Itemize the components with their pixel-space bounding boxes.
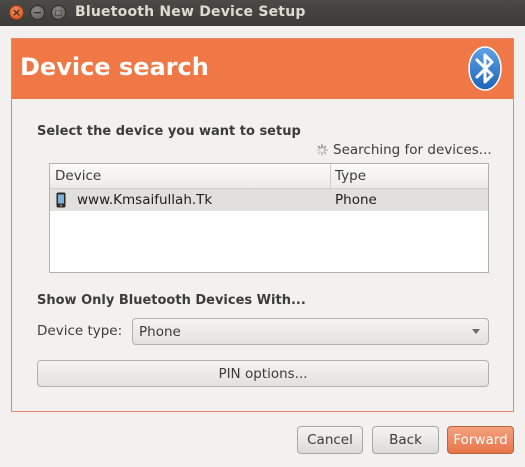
maximize-icon: □ bbox=[54, 7, 63, 17]
close-window-button[interactable]: × bbox=[9, 5, 24, 20]
device-section-label: Select the device you want to setup bbox=[37, 124, 301, 139]
bluetooth-icon bbox=[468, 46, 502, 91]
page-title: Device search bbox=[20, 53, 209, 81]
device-type-value: Phone bbox=[139, 324, 181, 340]
back-button[interactable]: Back bbox=[372, 426, 439, 454]
minimize-window-button[interactable]: − bbox=[30, 5, 45, 20]
column-divider[interactable] bbox=[330, 164, 331, 188]
device-list-header: Device Type bbox=[50, 164, 488, 189]
spinner-icon bbox=[316, 144, 328, 156]
phone-icon bbox=[56, 192, 66, 208]
device-type-label: Device type: bbox=[37, 323, 123, 339]
page-header: Device search bbox=[12, 39, 513, 99]
chevron-down-icon bbox=[472, 329, 480, 334]
search-status: Searching for devices... bbox=[316, 142, 492, 158]
device-list[interactable]: Device Type www.Kmsaifullah.Tk Phone bbox=[49, 163, 489, 273]
cancel-button[interactable]: Cancel bbox=[297, 426, 363, 454]
column-header-device[interactable]: Device bbox=[55, 168, 101, 184]
device-name-cell: www.Kmsaifullah.Tk bbox=[77, 192, 213, 208]
device-type-select[interactable]: Phone bbox=[132, 318, 489, 345]
table-row[interactable]: www.Kmsaifullah.Tk Phone bbox=[50, 189, 488, 211]
maximize-window-button[interactable]: □ bbox=[51, 5, 66, 20]
pin-options-button[interactable]: PIN options... bbox=[37, 360, 489, 387]
column-header-type[interactable]: Type bbox=[335, 168, 366, 184]
filter-section-label: Show Only Bluetooth Devices With... bbox=[37, 293, 306, 308]
device-type-cell: Phone bbox=[335, 192, 377, 208]
close-icon: × bbox=[11, 6, 22, 19]
minimize-icon: − bbox=[32, 6, 43, 19]
window-title: Bluetooth New Device Setup bbox=[75, 4, 306, 20]
forward-button[interactable]: Forward bbox=[447, 426, 514, 454]
window-titlebar: × − □ Bluetooth New Device Setup bbox=[0, 0, 525, 26]
search-status-text: Searching for devices... bbox=[333, 142, 492, 158]
main-panel: Device search Select the device you want… bbox=[11, 38, 514, 412]
